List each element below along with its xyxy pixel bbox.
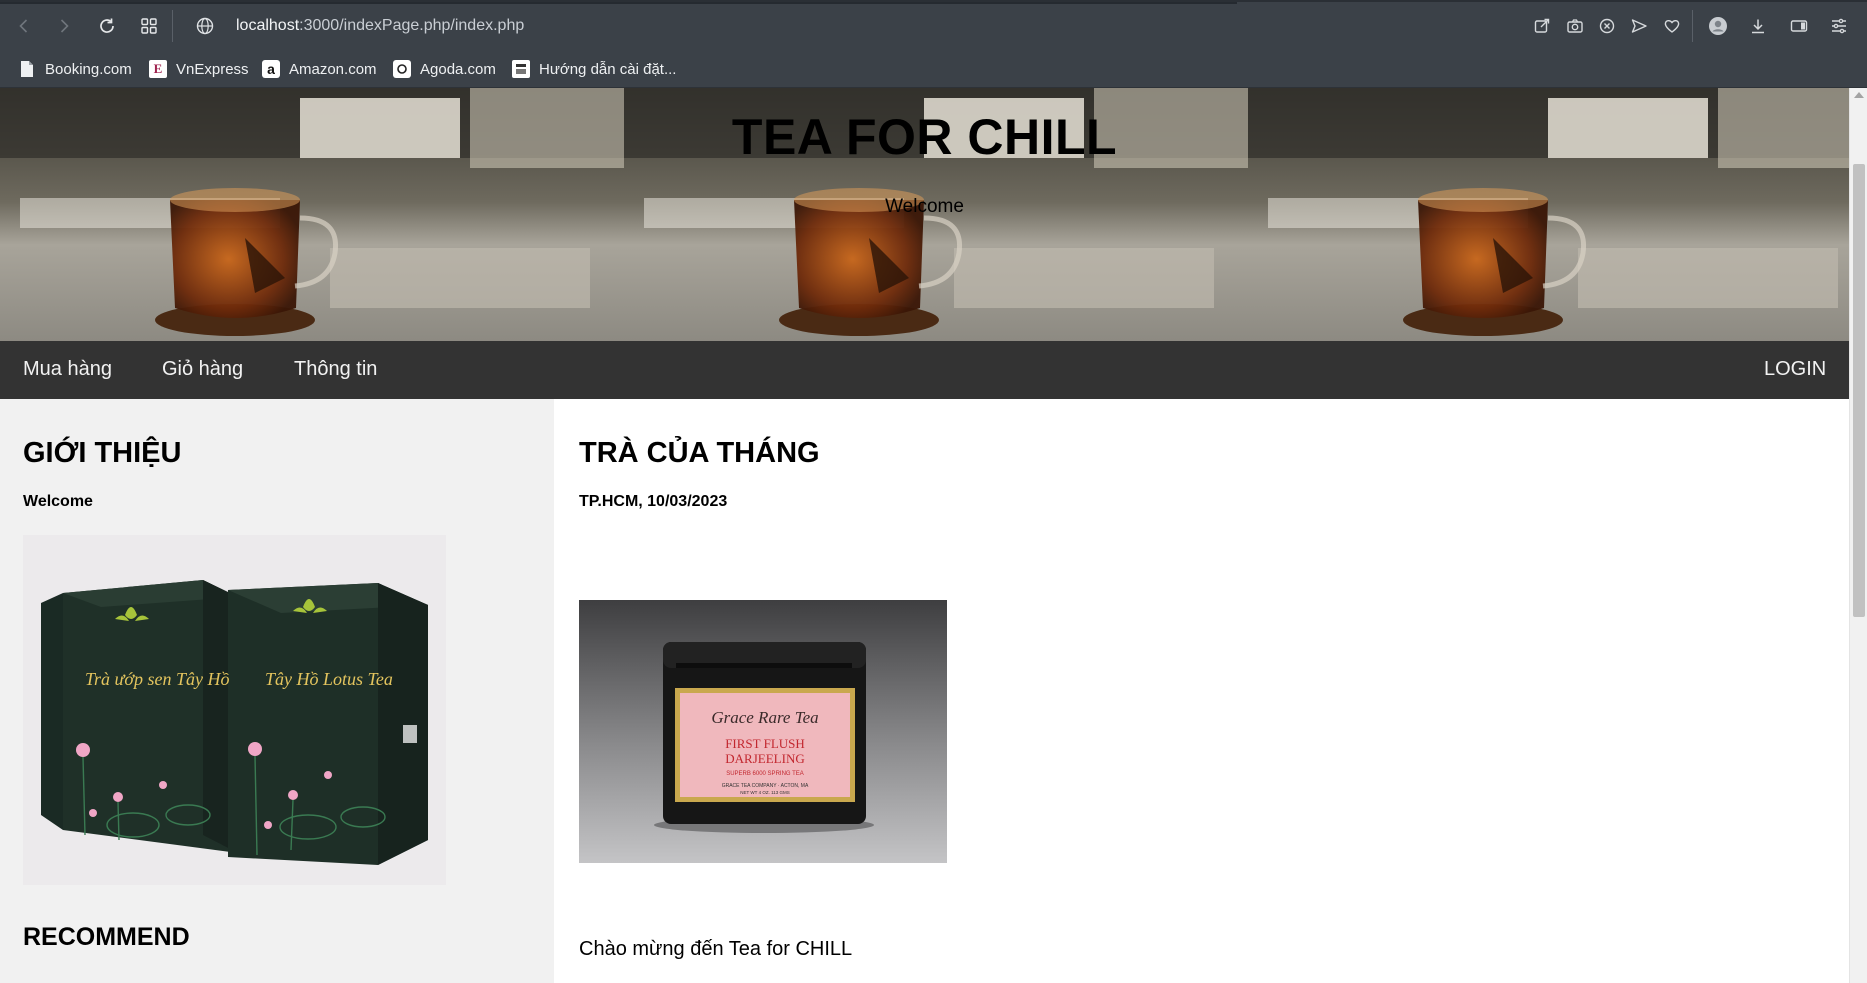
page-load-indicator xyxy=(0,2,1237,4)
settings-sliders-icon xyxy=(1832,18,1846,34)
arrow-left-icon xyxy=(19,19,28,33)
main-content: TRÀ CỦA THÁNG TP.HCM, 10/03/2023 Grace R… xyxy=(554,399,1849,983)
camera-icon xyxy=(1567,19,1583,33)
lotus-tea-image: Trà ướp sen Tây Hồ Tây Hồ Lotus Tea xyxy=(23,535,446,885)
bookmark-label: Booking.com xyxy=(45,60,132,78)
hero-header: TEA FOR CHILL Welcome xyxy=(0,88,1849,341)
nav-login[interactable]: LOGIN xyxy=(1764,358,1826,381)
dateline: TP.HCM, 10/03/2023 xyxy=(579,493,728,510)
heart-icon xyxy=(1664,20,1680,33)
main-navbar: Mua hàng Giỏ hàng Thông tin LOGIN xyxy=(0,341,1849,399)
reload-button[interactable] xyxy=(94,13,120,39)
browser-toolbar: localhost:3000/indexPage.php/index.php xyxy=(0,0,1867,50)
bookmark-label: Hướng dẫn cài đặt... xyxy=(539,60,677,78)
block-icon xyxy=(1599,18,1615,34)
edit-share-icon xyxy=(1534,18,1550,33)
send-icon xyxy=(1631,19,1647,33)
tin-small-2: GRACE TEA COMPANY · ACTON, MA xyxy=(722,783,809,789)
bookmark-amazon[interactable]: a Amazon.com xyxy=(262,59,377,79)
box-text-1: Trà ướp sen Tây Hồ xyxy=(85,669,229,689)
forward-button[interactable] xyxy=(51,13,77,39)
tea-of-month-heading: TRÀ CỦA THÁNG xyxy=(579,437,820,469)
avatar-icon xyxy=(1709,17,1727,35)
intro-subheading: Welcome xyxy=(23,493,93,510)
tin-brand: Grace Rare Tea xyxy=(711,708,818,727)
adblock-button[interactable] xyxy=(1594,13,1620,39)
left-column: GIỚI THIỆU Welcome Trà ướp sen Tây Hồ Tâ… xyxy=(0,399,554,983)
vnexpress-icon: E xyxy=(149,60,167,78)
url-path: :3000/indexPage.php/index.php xyxy=(299,17,525,34)
downloads-button[interactable] xyxy=(1745,13,1771,39)
scroll-thumb[interactable] xyxy=(1853,164,1865,617)
bookmark-label: VnExpress xyxy=(176,60,249,78)
panels-button[interactable] xyxy=(1786,13,1812,39)
page-icon xyxy=(18,60,36,78)
profile-button[interactable] xyxy=(1705,13,1731,39)
reload-icon xyxy=(100,18,114,33)
guide-icon xyxy=(512,60,530,78)
address-bar[interactable]: localhost:3000/indexPage.php/index.php xyxy=(188,10,1288,42)
tin-line-1: FIRST FLUSH xyxy=(725,736,805,751)
toolbar-separator-right xyxy=(1692,10,1693,42)
grid-icon xyxy=(141,18,157,34)
bookmark-label: Agoda.com xyxy=(420,60,496,78)
send-button[interactable] xyxy=(1626,13,1652,39)
back-button[interactable] xyxy=(11,13,37,39)
tin-small-3: NET WT 4 OZ. 113 GMS xyxy=(740,790,790,795)
bookmark-agoda[interactable]: Agoda.com xyxy=(393,59,496,79)
download-icon xyxy=(1752,19,1764,34)
site-title: TEA FOR CHILL xyxy=(731,109,1118,165)
scroll-up-arrow-icon[interactable] xyxy=(1854,92,1864,98)
globe-icon xyxy=(196,17,214,35)
site-subtitle: Welcome xyxy=(885,196,964,217)
recommend-heading: RECOMMEND xyxy=(23,923,190,951)
nav-thong-tin[interactable]: Thông tin xyxy=(294,358,377,381)
bookmark-booking[interactable]: Booking.com xyxy=(18,59,132,79)
url-host: localhost xyxy=(236,17,300,34)
tin-small-1: SUPERB 6000 SPRING TEA xyxy=(726,771,804,777)
page-viewport: TEA FOR CHILL Welcome Mua hàng Giỏ hàng … xyxy=(0,88,1849,983)
box-text-2: Tây Hồ Lotus Tea xyxy=(265,669,393,689)
bookmarks-bar: Booking.com E VnExpress a Amazon.com Ago… xyxy=(0,50,1867,88)
page-scrollbar[interactable] xyxy=(1849,88,1867,983)
favorites-button[interactable] xyxy=(1659,13,1685,39)
darjeeling-tin-image: Grace Rare Tea FIRST FLUSH DARJEELING SU… xyxy=(579,600,947,863)
nav-gio-hang[interactable]: Giỏ hàng xyxy=(162,358,243,381)
arrow-right-icon xyxy=(60,19,69,33)
panel-icon xyxy=(1790,20,1808,32)
bookmark-guide[interactable]: Hướng dẫn cài đặt... xyxy=(512,59,676,79)
intro-heading: GIỚI THIỆU xyxy=(23,437,182,469)
nav-mua-hang[interactable]: Mua hàng xyxy=(23,358,112,381)
settings-menu-button[interactable] xyxy=(1826,13,1852,39)
tin-line-2: DARJEELING xyxy=(725,751,804,766)
capture-button[interactable] xyxy=(1529,13,1555,39)
url-text[interactable]: localhost:3000/indexPage.php/index.php xyxy=(236,17,524,35)
toolbar-separator xyxy=(172,10,173,42)
welcome-paragraph: Chào mừng đến Tea for CHILL xyxy=(579,938,853,960)
speed-dial-button[interactable] xyxy=(136,13,162,39)
bookmark-vnexpress[interactable]: E VnExpress xyxy=(149,59,249,79)
amazon-icon: a xyxy=(262,60,280,78)
bookmark-label: Amazon.com xyxy=(289,60,377,78)
snapshot-button[interactable] xyxy=(1562,13,1588,39)
agoda-icon xyxy=(393,60,411,78)
